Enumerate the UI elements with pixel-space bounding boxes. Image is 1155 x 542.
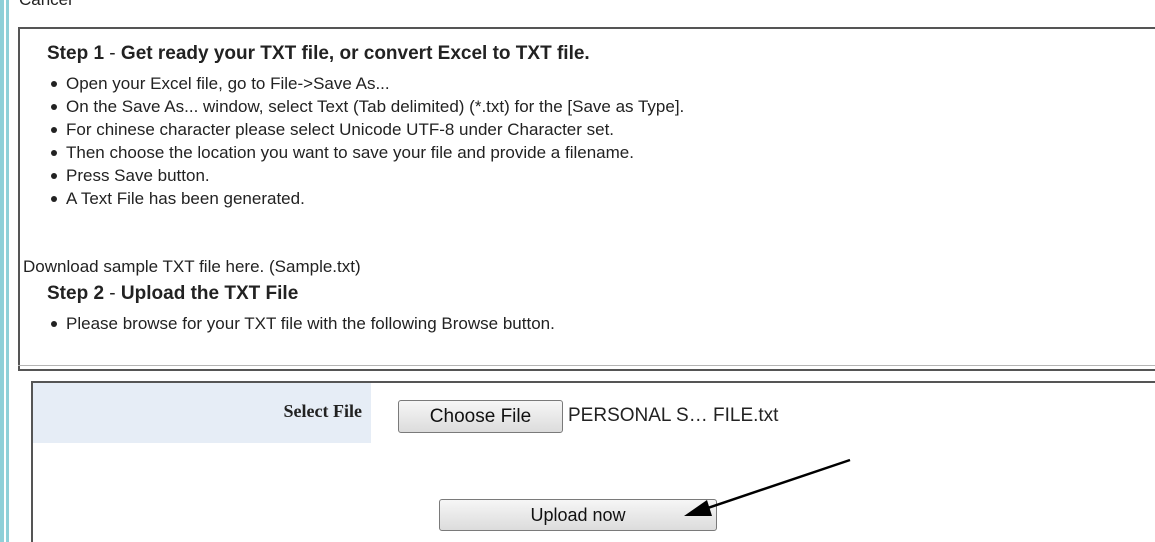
step2-bullet: Please browse for your TXT file with the… bbox=[47, 312, 555, 335]
cancel-link[interactable]: Cancel bbox=[19, 0, 72, 10]
step1-title: Get ready your TXT file, or convert Exce… bbox=[120, 43, 590, 64]
upload-page: Cancel Step 1 - Get ready your TXT file,… bbox=[0, 0, 1155, 542]
step1-heading: Step 1 - Get ready your TXT file, or con… bbox=[47, 43, 590, 65]
step1-bullet: Press Save button. bbox=[47, 164, 684, 187]
choose-file-button[interactable]: Choose File bbox=[398, 400, 563, 433]
step1-bullet: A Text File has been generated. bbox=[47, 187, 684, 210]
step2-title: Upload the TXT File bbox=[120, 283, 299, 304]
step2-label: Step 2 bbox=[47, 283, 105, 304]
upload-form: Select File Choose File PERSONAL S… FILE… bbox=[31, 381, 1155, 542]
select-file-label-cell: Select File bbox=[33, 383, 371, 443]
step1-label: Step 1 bbox=[47, 43, 105, 64]
section-divider bbox=[18, 365, 1155, 366]
step2-separator: - bbox=[104, 283, 121, 304]
left-frame-stripe bbox=[0, 0, 11, 542]
step2-bullet-list: Please browse for your TXT file with the… bbox=[47, 312, 555, 335]
step1-bullet: Then choose the location you want to sav… bbox=[47, 141, 684, 164]
step1-bullet: Open your Excel file, go to File->Save A… bbox=[47, 72, 684, 95]
selected-file-name: PERSONAL S… FILE.txt bbox=[568, 405, 779, 426]
select-file-label: Select File bbox=[283, 401, 362, 421]
upload-now-button[interactable]: Upload now bbox=[439, 499, 717, 531]
step1-bullet-list: Open your Excel file, go to File->Save A… bbox=[47, 72, 684, 210]
step1-bullet: For chinese character please select Unic… bbox=[47, 118, 684, 141]
step2-heading: Step 2 - Upload the TXT File bbox=[47, 283, 298, 305]
step1-separator: - bbox=[104, 43, 121, 64]
download-sample-link[interactable]: Download sample TXT file here. (Sample.t… bbox=[23, 257, 361, 277]
instructions-panel: Step 1 - Get ready your TXT file, or con… bbox=[18, 27, 1155, 371]
step1-bullet: On the Save As... window, select Text (T… bbox=[47, 95, 684, 118]
